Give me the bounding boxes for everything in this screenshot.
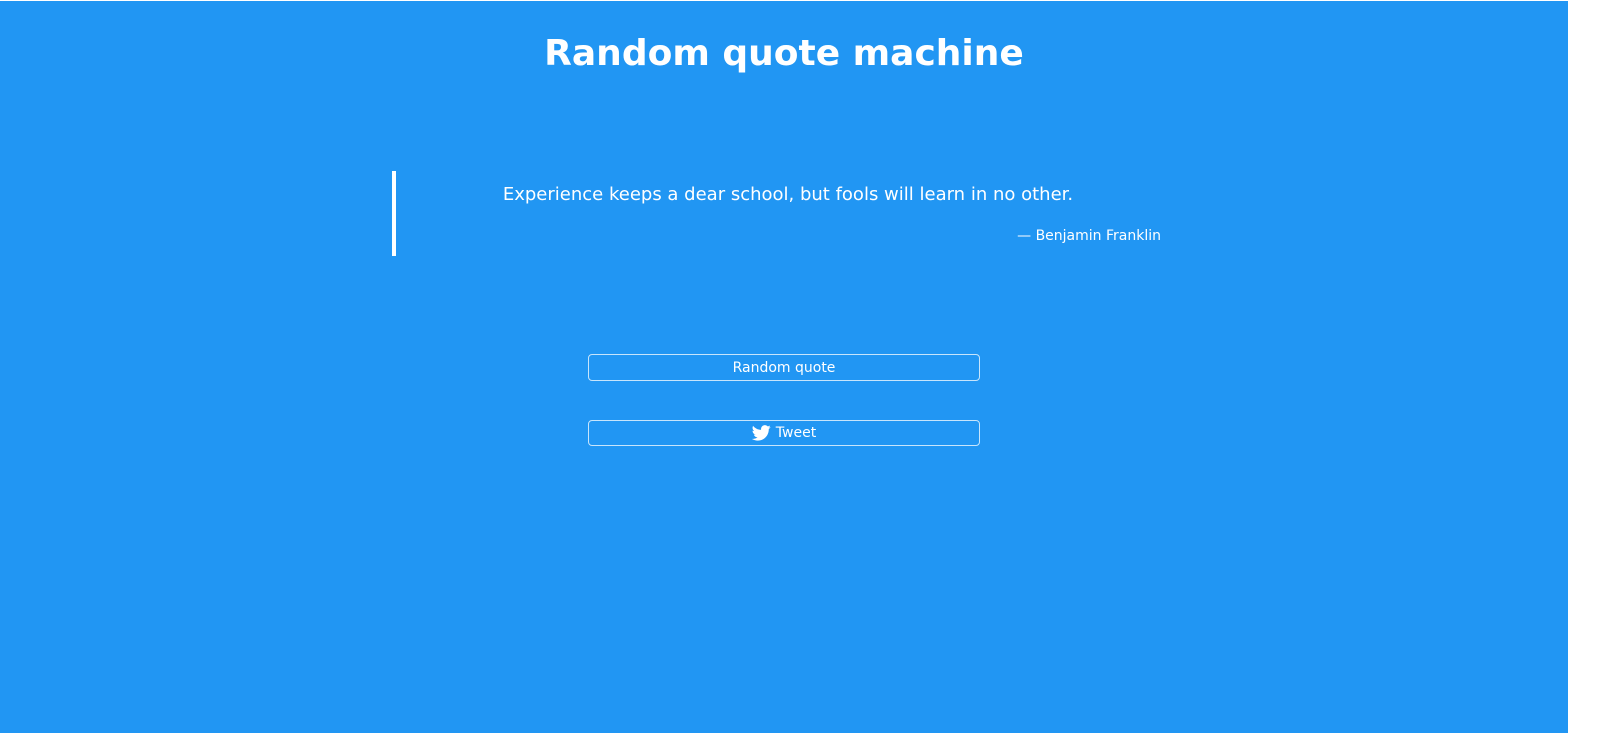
quote-box: Experience keeps a dear school, but fool… bbox=[392, 171, 1161, 256]
page-title: Random quote machine bbox=[544, 33, 1024, 74]
twitter-icon bbox=[751, 425, 771, 441]
tweet-button[interactable]: Tweet bbox=[588, 420, 980, 446]
random-quote-button[interactable]: Random quote bbox=[588, 354, 980, 381]
quote-text: Experience keeps a dear school, but fool… bbox=[502, 184, 1074, 205]
quote-author: — Benjamin Franklin bbox=[1017, 228, 1161, 244]
random-quote-button-label: Random quote bbox=[732, 359, 836, 376]
tweet-button-label: Tweet bbox=[775, 425, 817, 441]
app-container: Random quote machine Experience keeps a … bbox=[0, 1, 1568, 733]
